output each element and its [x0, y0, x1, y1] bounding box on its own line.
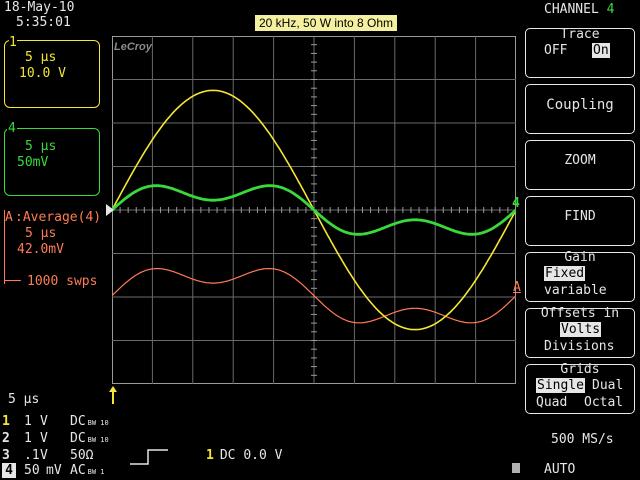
trace-menu-button[interactable]: Trace OFF On [525, 27, 635, 78]
zoom-button[interactable]: ZOOM [525, 140, 635, 190]
gain-title: Gain [564, 250, 596, 265]
grids-menu-button[interactable]: Grids Single Dual Quad Octal [525, 362, 635, 414]
math-a-label: :Average(4) [15, 210, 102, 225]
channel-1-marker: 1 [9, 35, 17, 50]
math-a-box[interactable]: A :Average(4) 5 µs 42.0mV ── 1000 swps [4, 210, 102, 289]
coupling-label: Coupling [546, 97, 614, 113]
offsets-menu-button[interactable]: Offsets in Volts Divisions [525, 306, 635, 358]
trigger-mode-readout: AUTO [544, 462, 576, 477]
channel-1-timebase: 5 µs [25, 50, 57, 65]
channel-4-level-marker: 4 [512, 196, 520, 211]
channel-row-3[interactable]: 3.1V 50Ω [2, 448, 109, 463]
waveform-display[interactable]: LeCroy [112, 36, 516, 384]
math-a-level-marker: A [513, 280, 521, 295]
grids-title: Grids [560, 362, 600, 377]
trace-off-option[interactable]: OFF [544, 43, 567, 58]
channel-4-box[interactable]: 4 5 µs 50mV [4, 121, 100, 196]
trigger-edge-icon [130, 449, 168, 465]
grids-quad-option[interactable]: Quad [536, 395, 567, 410]
grids-octal-option[interactable]: Octal [584, 395, 623, 410]
timebase-readout: 5 µs [8, 392, 40, 407]
gain-fixed-option[interactable]: Fixed [544, 266, 586, 281]
channel-4-timebase: 5 µs [25, 139, 57, 154]
acquisition-status-icon [512, 463, 520, 473]
find-label: FIND [564, 209, 596, 224]
math-a-marker: A [5, 210, 13, 225]
offsets-title: Offsets in [540, 306, 620, 321]
date-readout: 18-May-10 [4, 0, 75, 15]
brand-label: LeCroy [114, 41, 153, 53]
math-a-timebase: 5 µs [25, 226, 57, 241]
zoom-label: ZOOM [564, 153, 596, 168]
sample-rate-readout: 500 MS/s [551, 432, 614, 447]
channel-1-scale: 10.0 V [19, 66, 66, 81]
channel-4-scale: 50mV [17, 155, 49, 170]
math-a-sweeps: 1000 swps [27, 274, 98, 289]
gain-menu-button[interactable]: Gain Fixed variable [525, 250, 635, 302]
offsets-divisions-option[interactable]: Divisions [544, 339, 614, 354]
left-level-marker [106, 204, 114, 216]
time-readout: 5:35:01 [16, 15, 71, 30]
channel-settings-table: 1 1 V DC BW 10 2 1 V DC BW 10 3.1V 50Ω 4 50 mV AC BW … [2, 414, 109, 480]
trigger-position-arrow [109, 386, 117, 404]
trace-title: Trace [560, 27, 600, 42]
grids-dual-option[interactable]: Dual [592, 378, 623, 393]
channel-row-4[interactable]: 4 50 mV AC BW 1 [2, 463, 109, 480]
trigger-readout[interactable]: 1 DC 0.0 V [206, 448, 282, 463]
waveform-title-label: 20 kHz, 50 W into 8 Ohm [255, 15, 398, 31]
math-a-sweeps-dash: ── [5, 274, 21, 289]
gain-variable-option[interactable]: variable [544, 283, 607, 298]
math-a-scale: 42.0mV [17, 242, 64, 257]
channel-row-2[interactable]: 2 1 V DC BW 10 [2, 431, 109, 448]
coupling-button[interactable]: Coupling [525, 84, 635, 134]
menu-header: CHANNEL 4 [544, 2, 615, 17]
trace-on-option[interactable]: On [592, 43, 610, 58]
offsets-volts-option[interactable]: Volts [560, 322, 602, 337]
grids-single-option[interactable]: Single [536, 378, 585, 393]
channel-1-box[interactable]: 1 5 µs 10.0 V [4, 35, 100, 108]
channel-4-marker: 4 [7, 121, 17, 136]
channel-row-1[interactable]: 1 1 V DC BW 10 [2, 414, 109, 431]
find-button[interactable]: FIND [525, 196, 635, 246]
